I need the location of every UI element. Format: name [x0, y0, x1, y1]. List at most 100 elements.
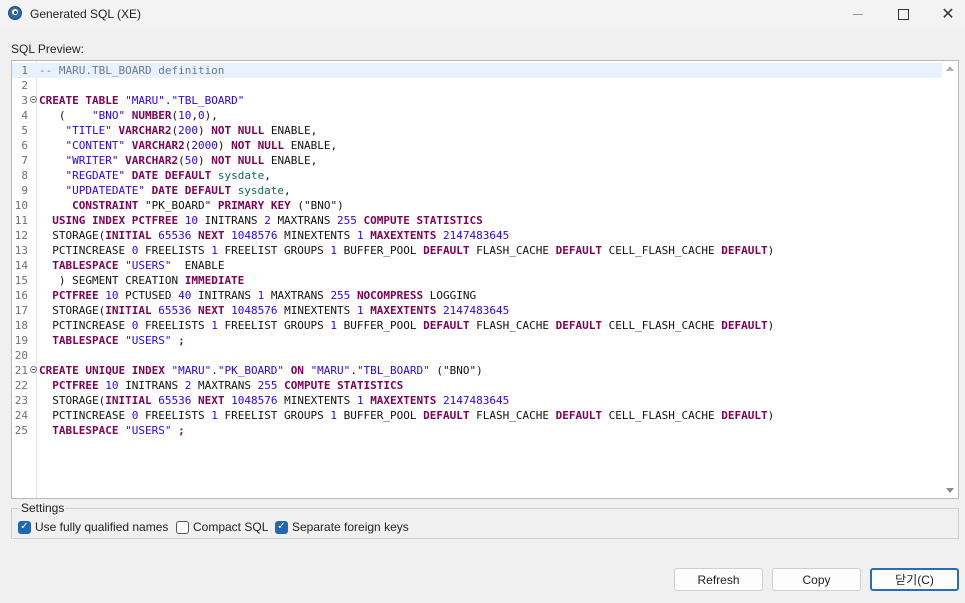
code-line: 3 CREATE TABLE "MARU"."TBL_BOARD"	[12, 93, 942, 108]
code-text: CREATE TABLE "MARU"."TBL_BOARD"	[39, 93, 244, 108]
scroll-up-icon[interactable]	[946, 66, 954, 71]
code-token: NEXT	[197, 394, 232, 407]
code-token: MAXTRANS	[197, 379, 258, 392]
code-token: DEFAULT	[423, 409, 477, 422]
code-token: CONSTRAINT	[72, 199, 145, 212]
code-line: 11 USING INDEX PCTFREE 10 INITRANS 2 MAX…	[12, 213, 942, 228]
code-token: TABLESPACE	[52, 334, 126, 347]
code-token: DEFAULT	[555, 319, 609, 332]
code-token: 10	[105, 379, 126, 392]
code-text: STORAGE(INITIAL 65536 NEXT 1048576 MINEX…	[39, 393, 509, 408]
code-token: "TITLE"	[65, 124, 119, 137]
close-window-button[interactable]: ✕	[925, 0, 965, 28]
code-token: ENABLE	[184, 259, 225, 272]
code-line: 24 PCTINCREASE 0 FREELISTS 1 FREELIST GR…	[12, 408, 942, 423]
checkbox-icon[interactable]	[176, 520, 189, 534]
code-line: 22 PCTFREE 10 INITRANS 2 MAXTRANS 255 CO…	[12, 378, 942, 393]
code-token: ,	[264, 169, 271, 182]
option-label: Use fully qualified names	[35, 520, 169, 534]
code-line: 8 "REGDATE" DATE DEFAULT sysdate,	[12, 168, 942, 183]
compact-sql-checkbox[interactable]: Compact SQL	[176, 520, 268, 534]
code-token: INITRANS	[125, 379, 185, 392]
code-token: COMPUTE STATISTICS	[284, 379, 404, 392]
checkbox-icon[interactable]: ✓	[18, 520, 31, 534]
code-token: BUFFER_POOL	[343, 244, 424, 257]
use-fully-qualified-names-checkbox[interactable]: ✓ Use fully qualified names	[18, 520, 168, 534]
code-token: 65536	[158, 304, 198, 317]
code-token: ENABLE,	[270, 154, 318, 167]
title-bar: Generated SQL (XE) ✕	[0, 0, 965, 28]
code-token: ;	[178, 424, 185, 437]
code-token: 1	[330, 409, 344, 422]
separate-foreign-keys-checkbox[interactable]: ✓ Separate foreign keys	[275, 520, 409, 534]
code-token: ,	[191, 109, 198, 122]
code-token: "PK_BOARD"	[217, 364, 291, 377]
code-token: 255	[330, 289, 357, 302]
line-number: 7	[21, 154, 28, 167]
minimize-button[interactable]	[835, 0, 881, 28]
code-token: 1	[356, 229, 371, 242]
code-token: 2000	[191, 139, 218, 152]
code-text: CONSTRAINT "PK_BOARD" PRIMARY KEY ("BNO"…	[39, 198, 344, 213]
code-token: ,	[284, 184, 291, 197]
checkbox-icon[interactable]: ✓	[275, 520, 288, 534]
settings-label: Settings	[20, 501, 66, 515]
code-token: 40	[178, 289, 198, 302]
code-token: 1	[211, 409, 225, 422]
code-token: VARCHAR2	[125, 154, 179, 167]
code-token: NEXT	[197, 229, 232, 242]
code-area[interactable]: 1 -- MARU.TBL_BOARD definition 2 3 CREATE TA…	[12, 63, 942, 438]
code-token: NOT NULL	[211, 124, 271, 137]
code-token: PCTINCREASE	[39, 244, 132, 257]
app-icon	[8, 6, 22, 20]
code-token: DATE DEFAULT	[151, 184, 238, 197]
maximize-button[interactable]	[880, 0, 926, 28]
code-token: INITIAL	[105, 229, 159, 242]
code-token: PCTFREE	[52, 379, 106, 392]
vertical-scrollbar[interactable]	[942, 61, 958, 498]
maximize-icon	[897, 8, 909, 20]
code-line: 4 ( "BNO" NUMBER(10,0),	[12, 108, 942, 123]
code-text: CREATE UNIQUE INDEX "MARU"."PK_BOARD" ON…	[39, 363, 483, 378]
code-text: TABLESPACE "USERS" ;	[39, 423, 185, 438]
code-token: MINEXTENTS	[284, 394, 357, 407]
code-token: BUFFER_POOL	[343, 319, 424, 332]
code-token: 0	[131, 244, 145, 257]
code-token: 200	[178, 124, 198, 137]
code-text: ( "BNO" NUMBER(10,0),	[39, 108, 218, 123]
code-token: 0	[131, 319, 145, 332]
code-line: 12 STORAGE(INITIAL 65536 NEXT 1048576 MI…	[12, 228, 942, 243]
code-token: ),	[204, 109, 218, 122]
code-line: 25 TABLESPACE "USERS" ;	[12, 423, 942, 438]
code-token: NEXT	[197, 304, 232, 317]
fold-toggle-icon[interactable]	[30, 366, 37, 373]
code-token: INITIAL	[105, 304, 159, 317]
code-token: LOGGING	[429, 289, 477, 302]
refresh-button[interactable]: Refresh	[674, 568, 763, 591]
code-token: PCTINCREASE	[39, 409, 132, 422]
copy-button[interactable]: Copy	[772, 568, 861, 591]
code-token: 2147483645	[443, 304, 510, 317]
fold-toggle-icon[interactable]	[30, 96, 37, 103]
code-text: PCTINCREASE 0 FREELISTS 1 FREELIST GROUP…	[39, 318, 774, 333]
code-line: 6 "CONTENT" VARCHAR2(2000) NOT NULL ENAB…	[12, 138, 942, 153]
line-number: 6	[21, 139, 28, 152]
sql-preview-editor[interactable]: 1 -- MARU.TBL_BOARD definition 2 3 CREATE TA…	[11, 60, 959, 499]
line-number: 14	[14, 259, 28, 272]
code-token: )	[767, 244, 775, 257]
close-button[interactable]: 닫기(C)	[870, 568, 959, 591]
code-token: MAXEXTENTS	[370, 229, 444, 242]
code-token: DEFAULT	[555, 244, 609, 257]
code-token: .	[350, 364, 357, 377]
code-token: CELL_FLASH_CACHE	[608, 244, 722, 257]
scroll-down-icon[interactable]	[946, 488, 954, 493]
code-token: VARCHAR2	[118, 124, 172, 137]
line-number: 10	[14, 199, 28, 212]
code-token: "MARU"	[310, 364, 351, 377]
code-token: FREELISTS	[144, 319, 212, 332]
code-token: NUMBER	[131, 109, 172, 122]
